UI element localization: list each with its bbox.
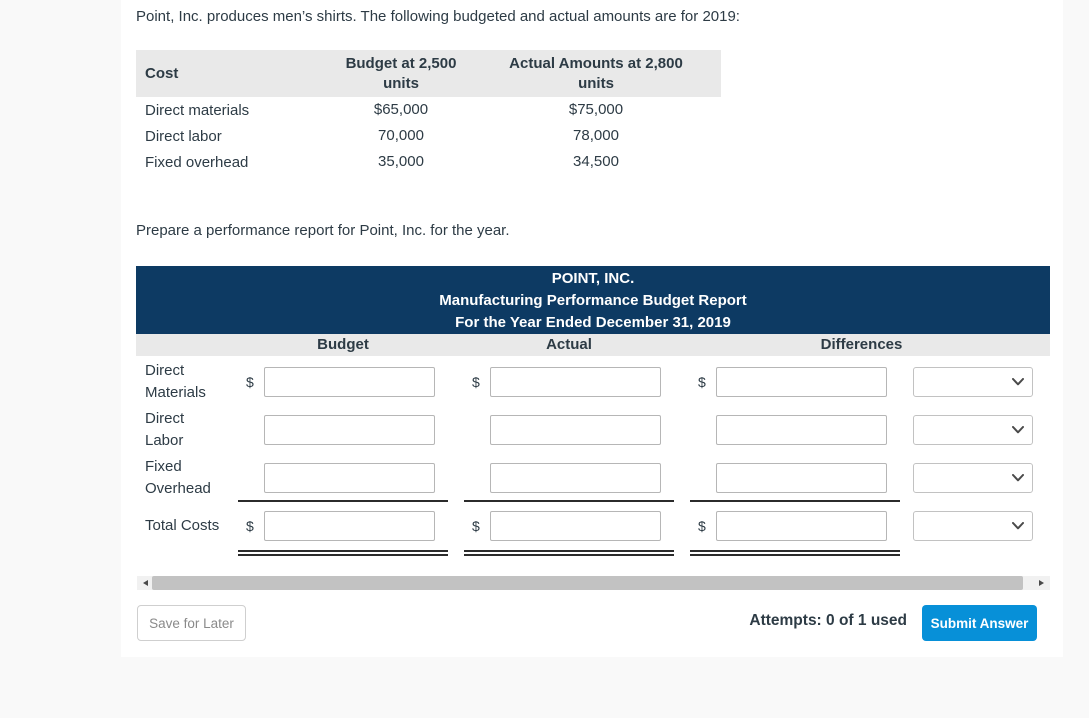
difference-input[interactable]	[716, 511, 887, 541]
dollar-sign: $	[698, 518, 706, 534]
instruction-text: Prepare a performance report for Point, …	[136, 222, 510, 239]
actual-value: $75,000	[568, 101, 624, 118]
differences-column-header: Differences	[820, 336, 903, 353]
cost-name: Direct labor	[145, 127, 222, 145]
performance-report: POINT, INC. Manufacturing Performance Bu…	[136, 266, 1050, 556]
difference-direction-cell	[913, 511, 1033, 541]
report-period: For the Year Ended December 31, 2019	[455, 314, 731, 331]
row-label: Total Costs	[145, 517, 220, 534]
cost-table: Cost Budget at 2,500 units Actual Amount…	[136, 50, 721, 175]
actual-input[interactable]	[490, 367, 661, 397]
difference-direction-select[interactable]	[913, 367, 1033, 397]
actual-value: 78,000	[573, 127, 619, 144]
company-name: POINT, INC.	[551, 270, 635, 287]
dollar-sign: $	[246, 518, 254, 534]
report-row-total-costs: Total Costs $ $ $	[136, 502, 1050, 556]
actual-cell	[464, 406, 674, 454]
actual-cell: $	[464, 358, 674, 406]
difference-direction-select[interactable]	[913, 415, 1033, 445]
save-for-later-button[interactable]: Save for Later	[137, 605, 246, 641]
budget-header-cell: Budget at 2,500 units	[345, 54, 457, 92]
actual-input[interactable]	[490, 511, 661, 541]
actual-cell: $	[464, 502, 674, 556]
report-name: Manufacturing Performance Budget Report	[439, 292, 747, 309]
budget-cell	[238, 454, 448, 502]
actual-value: 34,500	[573, 153, 619, 170]
difference-cell	[690, 454, 900, 502]
report-row-direct-labor: Direct Labor	[136, 406, 1050, 454]
scrollbar-thumb[interactable]	[152, 576, 1023, 590]
budget-input[interactable]	[264, 463, 435, 493]
report-rows: Direct Materials $ $ $ Direct Labor Fixe…	[136, 358, 1050, 556]
budget-cell	[238, 406, 448, 454]
cost-table-header: Cost Budget at 2,500 units Actual Amount…	[136, 50, 721, 97]
row-label: Direct Materials	[145, 362, 206, 401]
actual-column-header: Actual	[546, 336, 592, 353]
difference-direction-cell	[913, 415, 1033, 445]
budget-input[interactable]	[264, 415, 435, 445]
dollar-sign: $	[698, 374, 706, 390]
budget-column-header: Budget	[317, 336, 369, 353]
row-label: Fixed Overhead	[145, 458, 211, 497]
report-row-direct-materials: Direct Materials $ $ $	[136, 358, 1050, 406]
difference-input[interactable]	[716, 463, 887, 493]
dollar-sign: $	[472, 518, 480, 534]
budget-cell: $	[238, 502, 448, 556]
difference-cell	[690, 406, 900, 454]
cost-name: Fixed overhead	[145, 153, 249, 171]
budget-value: $65,000	[373, 101, 429, 118]
report-column-headers: Budget Actual Differences	[136, 334, 1050, 356]
budget-value: 70,000	[378, 127, 424, 144]
table-row: Direct materials $65,000 $75,000	[136, 97, 721, 123]
scroll-right-icon[interactable]	[1036, 576, 1050, 590]
attempts-counter: Attempts: 0 of 1 used	[749, 612, 907, 629]
table-row: Direct labor 70,000 78,000	[136, 123, 721, 149]
report-title-banner: POINT, INC. Manufacturing Performance Bu…	[136, 266, 1050, 334]
row-label: Direct Labor	[145, 410, 185, 449]
cost-name: Direct materials	[145, 101, 250, 119]
table-row: Fixed overhead 35,000 34,500	[136, 149, 721, 175]
actual-cell	[464, 454, 674, 502]
actual-header-cell: Actual Amounts at 2,800 units	[509, 54, 683, 92]
difference-cell: $	[690, 358, 900, 406]
cost-header-cell: Cost	[145, 65, 179, 82]
difference-direction-select[interactable]	[913, 463, 1033, 493]
report-row-fixed-overhead: Fixed Overhead	[136, 454, 1050, 502]
problem-intro-text: Point, Inc. produces men’s shirts. The f…	[136, 8, 740, 25]
budget-input[interactable]	[264, 511, 435, 541]
budget-cell: $	[238, 358, 448, 406]
scroll-left-icon[interactable]	[137, 576, 151, 590]
difference-cell: $	[690, 502, 900, 556]
difference-direction-cell	[913, 463, 1033, 493]
content-panel: Point, Inc. produces men’s shirts. The f…	[121, 0, 1063, 657]
dollar-sign: $	[472, 374, 480, 390]
dollar-sign: $	[246, 374, 254, 390]
budget-value: 35,000	[378, 153, 424, 170]
actual-input[interactable]	[490, 463, 661, 493]
actual-input[interactable]	[490, 415, 661, 445]
submit-answer-button[interactable]: Submit Answer	[922, 605, 1037, 641]
budget-input[interactable]	[264, 367, 435, 397]
difference-input[interactable]	[716, 367, 887, 397]
difference-direction-select[interactable]	[913, 511, 1033, 541]
difference-direction-cell	[913, 367, 1033, 397]
difference-input[interactable]	[716, 415, 887, 445]
horizontal-scrollbar[interactable]	[137, 576, 1050, 590]
